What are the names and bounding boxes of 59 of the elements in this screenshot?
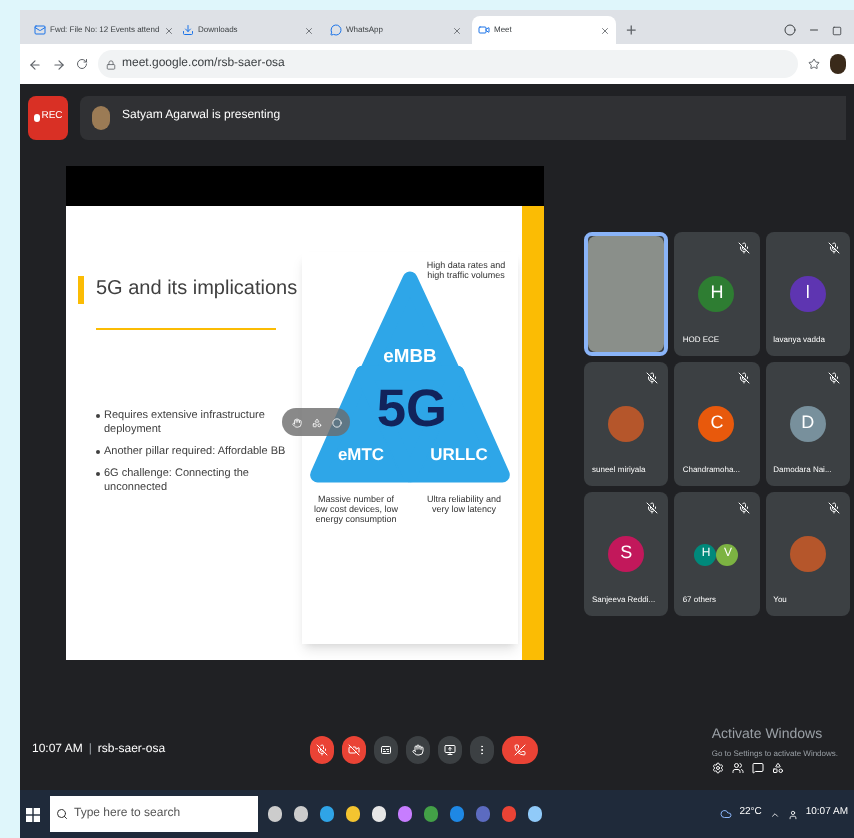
bookmark-icon[interactable] xyxy=(808,58,820,70)
mic-off-icon xyxy=(827,372,840,384)
mic-off-icon xyxy=(827,242,840,254)
download-icon xyxy=(182,24,194,36)
hand-icon xyxy=(411,744,424,756)
circle-icon[interactable] xyxy=(331,417,341,427)
avatar-photo xyxy=(92,105,110,129)
mic-off-icon xyxy=(646,502,659,514)
chat-icon[interactable] xyxy=(751,761,764,774)
activities-icon[interactable] xyxy=(771,761,784,774)
mail-icon xyxy=(34,24,46,36)
video-icon xyxy=(478,24,490,36)
windows-logo-icon[interactable] xyxy=(26,807,40,821)
avatar: S xyxy=(608,536,645,572)
mic-off-icon xyxy=(646,372,659,384)
people-icon[interactable] xyxy=(731,761,744,774)
profile-icon[interactable] xyxy=(784,24,796,36)
slide-title: 5G and its implications xyxy=(96,276,298,304)
back-icon[interactable] xyxy=(28,57,42,71)
weather-icon xyxy=(719,808,732,820)
present-icon xyxy=(443,744,456,756)
shapes-icon[interactable] xyxy=(311,417,321,427)
lock-icon xyxy=(106,59,116,69)
avatar: l xyxy=(789,276,826,312)
avatar: H xyxy=(698,276,735,312)
diagram-center: 5G xyxy=(376,377,448,438)
call-control-button[interactable] xyxy=(373,736,398,764)
avatar-photo xyxy=(789,536,826,572)
video-placeholder xyxy=(588,236,665,352)
diagram-label: eMBB xyxy=(383,343,437,366)
chat-icon xyxy=(330,24,342,36)
captions-icon xyxy=(379,744,392,756)
mic-off-icon xyxy=(827,502,840,514)
call-control-button[interactable] xyxy=(309,736,334,764)
search-icon xyxy=(56,808,68,820)
new-tab-button[interactable]: + xyxy=(620,16,643,44)
mic-off-icon xyxy=(737,372,750,384)
tray-icon[interactable] xyxy=(769,809,780,819)
camera-off-icon xyxy=(347,744,360,756)
forward-icon[interactable] xyxy=(52,57,66,71)
call-control-button[interactable] xyxy=(341,736,366,764)
maximize-icon[interactable] xyxy=(832,25,842,35)
mic-off-icon xyxy=(315,744,328,756)
call-control-button[interactable] xyxy=(437,736,462,764)
diagram-label: eMTC xyxy=(337,443,385,464)
mic-off-icon xyxy=(737,242,750,254)
call-control-button[interactable] xyxy=(405,736,430,764)
diagram-label: URLLC xyxy=(430,443,488,464)
avatar-photo xyxy=(608,406,645,442)
participant-tile[interactable] xyxy=(584,232,669,356)
avatar: D xyxy=(789,406,826,442)
avatar: C xyxy=(698,406,735,442)
hang-up-icon xyxy=(513,744,526,756)
call-control-button[interactable] xyxy=(501,736,538,764)
hand-icon[interactable] xyxy=(291,417,301,427)
user-icon[interactable] xyxy=(787,809,798,819)
reload-icon[interactable] xyxy=(76,58,88,70)
mic-off-icon xyxy=(737,502,750,514)
profile-avatar[interactable] xyxy=(830,54,846,74)
